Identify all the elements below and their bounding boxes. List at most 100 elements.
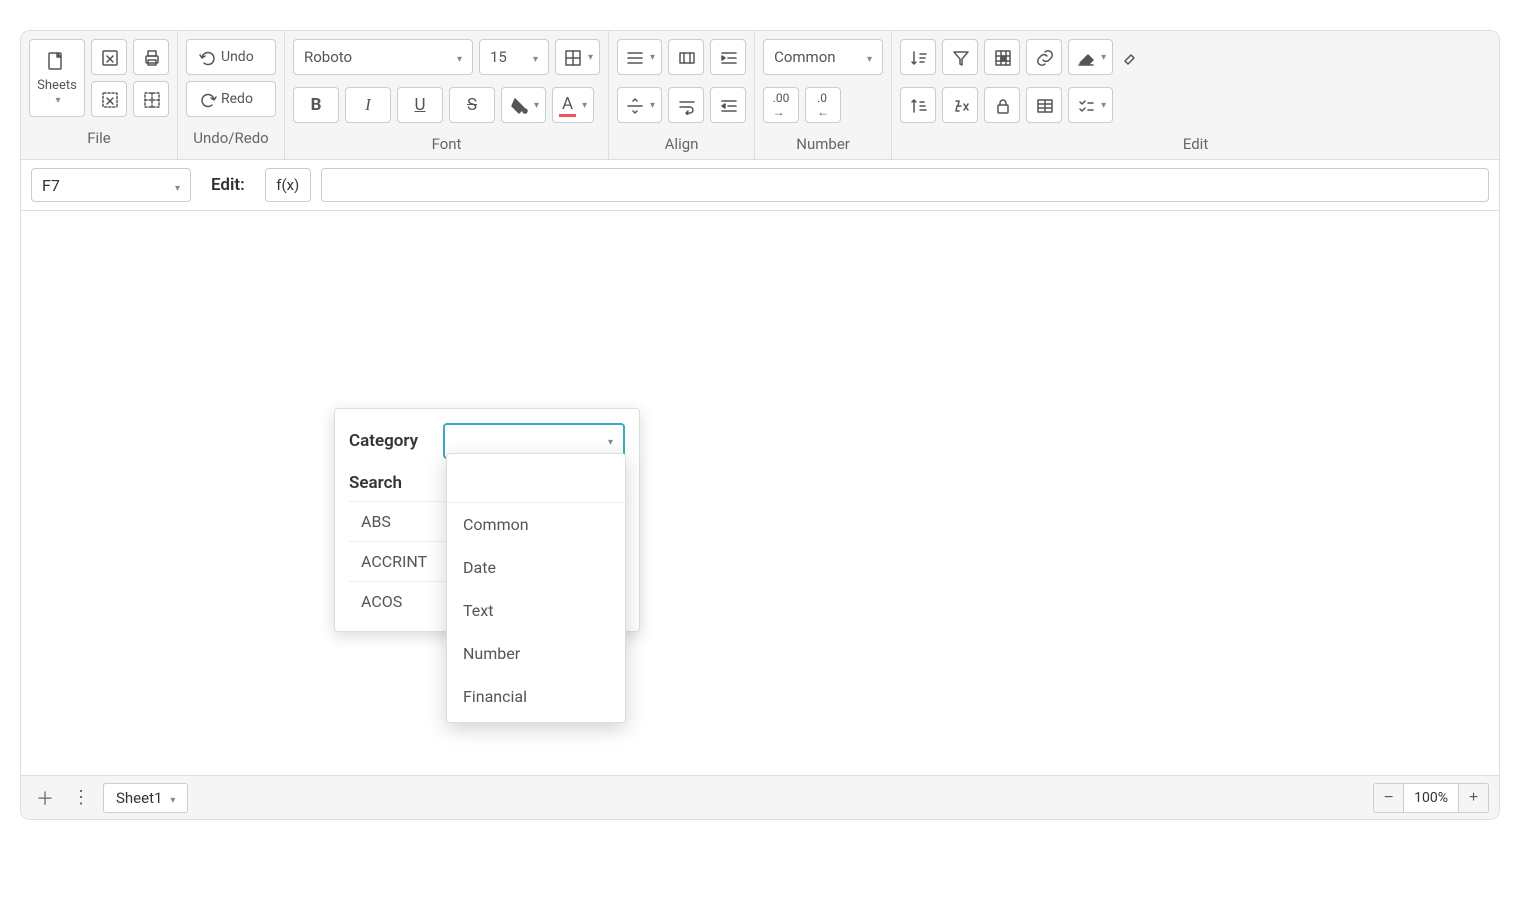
undo-button[interactable]: Undo: [186, 39, 276, 75]
underline-button[interactable]: U: [397, 87, 443, 123]
font-color-button[interactable]: A▾: [552, 87, 594, 123]
grid-button[interactable]: [133, 81, 169, 117]
file-group-label: File: [29, 123, 169, 149]
font-group-label: Font: [293, 129, 600, 155]
checklist-icon: [1075, 95, 1095, 115]
cell-reference-input[interactable]: F7: [31, 168, 191, 202]
clear-button[interactable]: ▾: [1068, 39, 1113, 75]
ribbon-group-font: Roboto 15 ▾ B I U S ▾ A▾ Font: [285, 31, 609, 159]
formula-bar: F7 Edit: f(x): [21, 160, 1499, 211]
status-bar: ＋ ⋮ Sheet1 − 100% +: [21, 775, 1499, 819]
category-label: Category: [349, 431, 431, 451]
indent-inc-icon: [718, 47, 738, 67]
indent-inc-button[interactable]: [710, 39, 746, 75]
borders-button[interactable]: ▾: [555, 39, 600, 75]
dec-decimal-button[interactable]: .0←: [805, 87, 841, 123]
excel-export-button[interactable]: [91, 39, 127, 75]
edit-group-label: Edit: [900, 129, 1491, 155]
category-option[interactable]: Financial: [447, 675, 625, 718]
category-option[interactable]: Common: [447, 503, 625, 546]
filter-button[interactable]: [942, 39, 978, 75]
sheets-label: Sheets: [37, 78, 77, 93]
italic-button[interactable]: I: [345, 87, 391, 123]
borders-icon: [562, 47, 582, 67]
ribbon-group-number: Common .00→ .0← Number: [755, 31, 892, 159]
sortdesc-icon: [908, 95, 928, 115]
lock-button[interactable]: [984, 87, 1020, 123]
spreadsheet-grid[interactable]: Category Search ABS ACCRINT ACOS Common …: [21, 211, 1499, 775]
sheets-icon: [44, 50, 70, 76]
font-size-select[interactable]: 15: [479, 39, 549, 75]
wrap-button[interactable]: [668, 87, 704, 123]
excel-icon: [99, 47, 119, 67]
print-button[interactable]: [133, 39, 169, 75]
sheet-menu-button[interactable]: ⋮: [67, 784, 95, 812]
functions-button[interactable]: [942, 87, 978, 123]
condformat-icon: [992, 47, 1012, 67]
strike-button[interactable]: S: [449, 87, 495, 123]
sort-button[interactable]: [900, 39, 936, 75]
edit-label: Edit:: [201, 175, 255, 195]
table-icon: [1034, 95, 1054, 115]
inc-decimal-icon: .00→: [773, 91, 790, 119]
sort-icon: [908, 47, 928, 67]
sort-desc-button[interactable]: [900, 87, 936, 123]
halign-button[interactable]: ▾: [617, 39, 662, 75]
lock-icon: [992, 95, 1012, 115]
bold-button[interactable]: B: [293, 87, 339, 123]
indent-dec-button[interactable]: [710, 87, 746, 123]
halign-icon: [624, 47, 644, 67]
cond-format-button[interactable]: [984, 39, 1020, 75]
grid-icon: [141, 89, 161, 109]
add-sheet-button[interactable]: ＋: [31, 784, 59, 812]
formula-input[interactable]: [321, 168, 1489, 202]
valign-button[interactable]: ▾: [617, 87, 662, 123]
redo-button[interactable]: Redo: [186, 81, 276, 117]
category-option[interactable]: Text: [447, 589, 625, 632]
ribbon-group-undoredo: Undo Redo Undo/Redo: [178, 31, 285, 159]
link-icon: [1034, 47, 1054, 67]
sheets-button[interactable]: Sheets ▾: [29, 39, 85, 117]
ribbon-group-file: Sheets ▾ File: [21, 31, 178, 159]
brush-icon: [1119, 47, 1139, 67]
zoom-out-button[interactable]: −: [1374, 784, 1404, 812]
undo-icon: [197, 47, 217, 67]
fx-icon: [950, 95, 970, 115]
zoom-value: 100%: [1404, 790, 1458, 806]
filter-icon: [950, 47, 970, 67]
category-dropdown: Common Date Text Number Financial: [446, 453, 626, 723]
excel-import-button[interactable]: [91, 81, 127, 117]
merge-icon: [676, 47, 696, 67]
merge-button[interactable]: [668, 39, 704, 75]
undoredo-group-label: Undo/Redo: [186, 123, 276, 149]
table-button[interactable]: [1026, 87, 1062, 123]
dec-decimal-icon: .0←: [817, 91, 829, 119]
eraser-icon: [1075, 47, 1095, 67]
ribbon-group-align: ▾ ▾ Align: [609, 31, 755, 159]
category-option[interactable]: Date: [447, 546, 625, 589]
valign-icon: [624, 95, 644, 115]
number-format-select[interactable]: Common: [763, 39, 883, 75]
fx-button[interactable]: f(x): [265, 168, 311, 202]
inc-decimal-button[interactable]: .00→: [763, 87, 799, 123]
search-label: Search: [349, 473, 431, 493]
zoom-control: − 100% +: [1373, 783, 1489, 813]
sheet-tab[interactable]: Sheet1: [103, 783, 188, 813]
validation-button[interactable]: ▾: [1068, 87, 1113, 123]
category-option[interactable]: Number: [447, 632, 625, 675]
link-button[interactable]: [1026, 39, 1062, 75]
align-group-label: Align: [617, 129, 746, 155]
ribbon-group-edit: ▾ ▾ Edit: [892, 31, 1499, 159]
font-family-select[interactable]: Roboto: [293, 39, 473, 75]
indent-dec-icon: [718, 95, 738, 115]
wrap-icon: [676, 95, 696, 115]
paint-format-button[interactable]: [1119, 39, 1139, 75]
ribbon: Sheets ▾ File Undo Redo Un: [21, 31, 1499, 160]
paint-icon: [508, 95, 528, 115]
fill-color-button[interactable]: ▾: [501, 87, 546, 123]
print-icon: [141, 47, 161, 67]
zoom-in-button[interactable]: +: [1458, 784, 1488, 812]
excel-import-icon: [99, 89, 119, 109]
number-group-label: Number: [763, 129, 883, 155]
redo-icon: [197, 89, 217, 109]
